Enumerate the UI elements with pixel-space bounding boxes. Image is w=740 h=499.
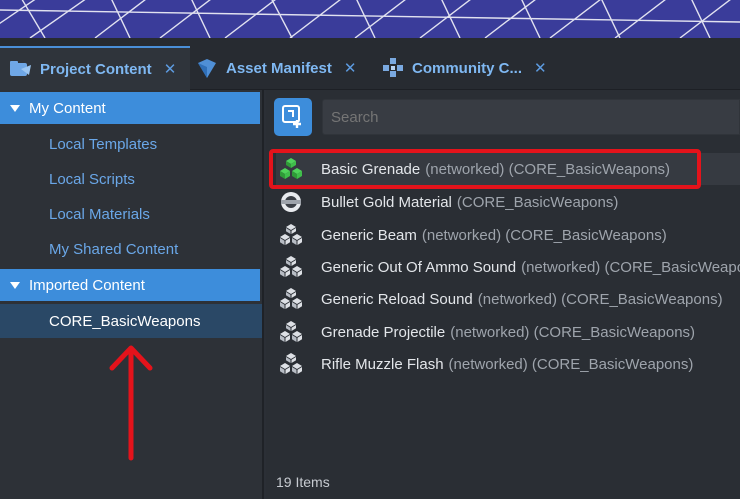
close-icon[interactable]: ✕ (344, 59, 357, 77)
list-item-bullet-gold-material[interactable]: Bullet Gold Material (CORE_BasicWeapons) (276, 186, 740, 218)
item-count: 19 Items (276, 474, 330, 490)
item-name: Rifle Muzzle Flash (321, 355, 444, 373)
list-item-generic-out-of-ammo-sound[interactable]: Generic Out Of Ammo Sound (networked) (C… (276, 251, 740, 283)
caret-down-icon (10, 281, 20, 289)
tree-item-local-scripts[interactable]: Local Scripts (49, 167, 135, 191)
tree-item-local-materials[interactable]: Local Materials (49, 202, 150, 226)
close-icon[interactable]: ✕ (164, 60, 177, 78)
tree-item-my-shared-content[interactable]: My Shared Content (49, 237, 178, 261)
add-template-icon (282, 105, 301, 128)
community-content-icon (380, 57, 406, 79)
green-template-icon (276, 156, 306, 182)
template-icon (276, 286, 306, 312)
item-name: Generic Reload Sound (321, 290, 473, 308)
item-meta: (networked) (CORE_BasicWeapons) (448, 355, 694, 373)
tab-label: Project Content (40, 60, 152, 78)
tab-asset-manifest[interactable]: Asset Manifest ✕ (194, 46, 376, 90)
item-name: Generic Beam (321, 226, 417, 244)
list-item-generic-beam[interactable]: Generic Beam (networked) (CORE_BasicWeap… (276, 219, 740, 251)
item-meta: (networked) (CORE_BasicWeapons) (421, 226, 667, 244)
item-meta: (networked) (CORE_BasicWeapons) (477, 290, 723, 308)
tab-label: Community C... (412, 59, 523, 77)
close-icon[interactable]: ✕ (534, 59, 547, 77)
tree-item-core-basicweapons[interactable]: CORE_BasicWeapons (0, 304, 262, 338)
top-banner (0, 0, 740, 38)
template-icon (276, 254, 306, 280)
asset-list-panel: Basic Grenade (networked) (CORE_BasicWea… (266, 90, 740, 499)
project-content-icon (8, 58, 34, 80)
caret-down-icon (10, 104, 20, 112)
template-icon (276, 351, 306, 377)
item-name: Bullet Gold Material (321, 193, 452, 211)
list-item-grenade-projectile[interactable]: Grenade Projectile (networked) (CORE_Bas… (276, 316, 740, 348)
template-icon (276, 319, 306, 345)
tab-community-content[interactable]: Community C... ✕ (380, 46, 560, 90)
red-arrow-annotation (109, 345, 153, 461)
tree-item-local-templates[interactable]: Local Templates (49, 132, 157, 156)
list-item-basic-grenade[interactable]: Basic Grenade (networked) (CORE_BasicWea… (276, 153, 740, 185)
tree-section-label: Imported Content (29, 276, 145, 294)
tab-label: Asset Manifest (226, 59, 332, 77)
create-template-button[interactable] (274, 98, 312, 136)
item-meta: (networked) (CORE_BasicWeapons) (521, 258, 740, 276)
tree-section-imported-content[interactable]: Imported Content (0, 269, 260, 301)
template-icon (276, 222, 306, 248)
tree-section-my-content[interactable]: My Content (0, 92, 260, 124)
asset-manifest-icon (194, 57, 220, 79)
tree-section-label: My Content (29, 99, 106, 117)
item-name: Basic Grenade (321, 160, 421, 178)
material-sphere-icon (276, 189, 306, 215)
item-meta: (networked) (CORE_BasicWeapons) (450, 323, 696, 341)
tab-project-content[interactable]: Project Content ✕ (0, 46, 190, 90)
item-meta: (networked) (CORE_BasicWeapons) (425, 160, 671, 178)
list-item-generic-reload-sound[interactable]: Generic Reload Sound (networked) (CORE_B… (276, 283, 740, 315)
item-name: Generic Out Of Ammo Sound (321, 258, 517, 276)
item-meta: (CORE_BasicWeapons) (456, 193, 619, 211)
search-input[interactable] (322, 99, 740, 135)
tab-bar: Project Content ✕ Asset Manifest ✕ Commu… (0, 38, 740, 90)
list-item-rifle-muzzle-flash[interactable]: Rifle Muzzle Flash (networked) (CORE_Bas… (276, 348, 740, 380)
item-name: Grenade Projectile (321, 323, 446, 341)
